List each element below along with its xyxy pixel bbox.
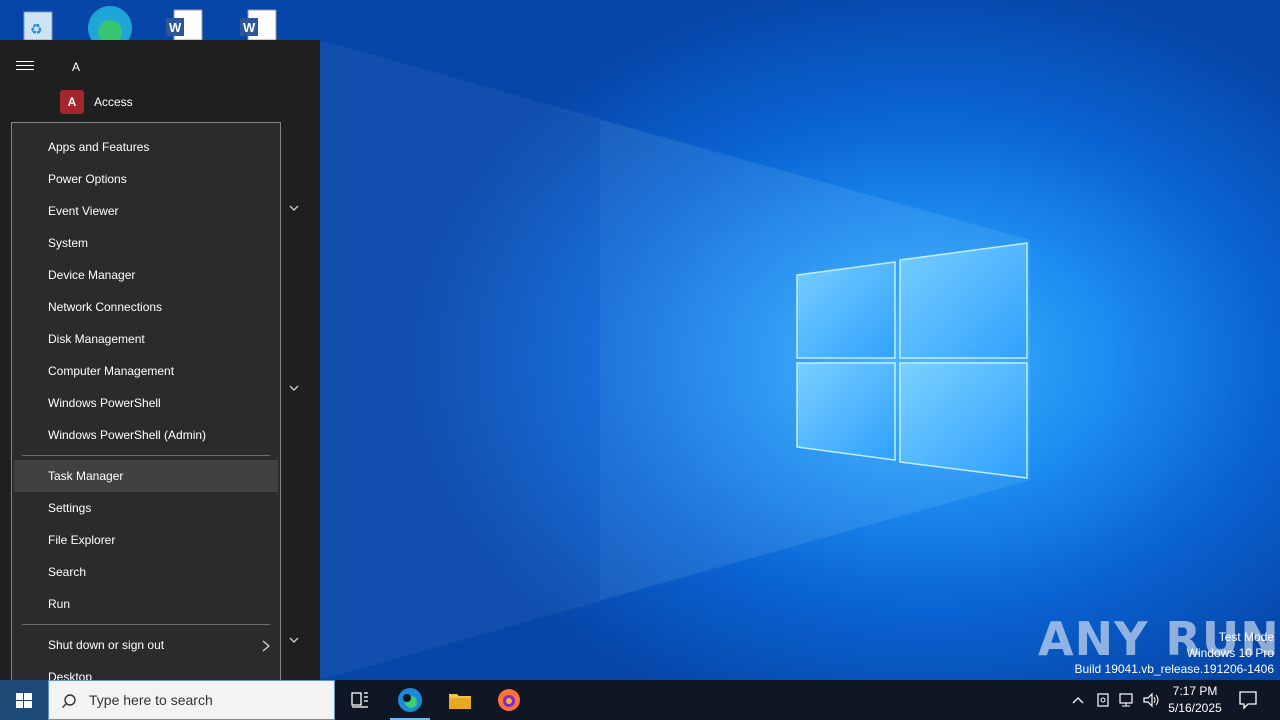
watermark-line1: Test Mode (1218, 630, 1274, 644)
section-letter[interactable]: A (72, 60, 80, 74)
device-icon[interactable] (1093, 690, 1113, 710)
search-input[interactable]: Type here to search (48, 680, 335, 720)
menu-item-system[interactable]: System (14, 227, 278, 259)
clock-time: 7:17 PM (1172, 684, 1218, 698)
word-document-icon[interactable]: W (236, 2, 284, 41)
action-center-icon[interactable] (1236, 688, 1260, 712)
svg-text:W: W (243, 20, 256, 35)
menu-item-label: Shut down or sign out (48, 638, 165, 652)
firefox-taskbar-button[interactable] (485, 680, 533, 720)
file-explorer-icon (449, 694, 471, 709)
menu-item-label: Computer Management (48, 364, 175, 378)
menu-item-task-manager[interactable]: Task Manager (14, 460, 278, 492)
taskbar: Type here to search 7:17 PM 5/16/2025 (0, 680, 1280, 720)
app-label: Access (94, 95, 133, 109)
search-placeholder: Type here to search (89, 692, 213, 708)
search-icon (62, 694, 76, 708)
task-view-button[interactable] (336, 680, 384, 720)
menu-item-label: Disk Management (48, 332, 145, 346)
task-view-icon (351, 692, 368, 708)
firefox-icon (498, 689, 520, 711)
show-hidden-icons-chevron-up-icon[interactable] (1068, 690, 1088, 710)
recycle-bin-icon[interactable]: ♻ (14, 2, 62, 41)
clock-date: 5/16/2025 (1168, 701, 1222, 715)
menu-item-label: Power Options (48, 172, 127, 186)
menu-item-label: Event Viewer (48, 204, 119, 218)
menu-item-windows-powershell[interactable]: Windows PowerShell (14, 387, 278, 419)
menu-separator (22, 455, 270, 456)
menu-item-label: Task Manager (48, 469, 124, 483)
watermark-line3: Build 19041.vb_release.191206-1406 (1074, 662, 1275, 676)
chevron-down-icon[interactable] (286, 204, 302, 214)
file-explorer-taskbar-button[interactable] (436, 680, 484, 720)
windows-logo-icon (16, 693, 32, 708)
menu-item-label: System (48, 236, 89, 250)
menu-item-search[interactable]: Search (14, 556, 278, 588)
menu-item-label: Network Connections (48, 300, 163, 314)
menu-item-label: Device Manager (48, 268, 136, 282)
menu-item-power-options[interactable]: Power Options (14, 163, 278, 195)
menu-item-file-explorer[interactable]: File Explorer (14, 524, 278, 556)
word-document-icon[interactable]: W (162, 2, 210, 41)
watermark-line2: Windows 10 Pro (1186, 646, 1274, 660)
edge-desktop-icon[interactable] (86, 2, 134, 50)
menu-item-label: Settings (48, 501, 92, 515)
app-list-item-access[interactable]: A Access (60, 88, 300, 116)
chevron-right-icon (262, 640, 270, 652)
start-button[interactable] (0, 680, 48, 720)
menu-item-label: Run (48, 597, 71, 611)
menu-item-disk-management[interactable]: Disk Management (14, 323, 278, 355)
menu-item-apps-and-features[interactable]: Apps and Features (14, 131, 278, 163)
menu-separator (22, 624, 270, 625)
network-icon[interactable] (1117, 690, 1137, 710)
menu-item-computer-management[interactable]: Computer Management (14, 355, 278, 387)
menu-item-settings[interactable]: Settings (14, 492, 278, 524)
svg-text:♻: ♻ (30, 21, 43, 37)
menu-item-windows-powershell-admin[interactable]: Windows PowerShell (Admin) (14, 419, 278, 451)
chevron-down-icon[interactable] (286, 384, 302, 394)
svg-text:W: W (169, 20, 182, 35)
menu-item-network-connections[interactable]: Network Connections (14, 291, 278, 323)
menu-item-event-viewer[interactable]: Event Viewer (14, 195, 278, 227)
edge-taskbar-button[interactable] (386, 680, 434, 720)
volume-icon[interactable] (1141, 690, 1161, 710)
menu-item-label: Windows PowerShell (Admin) (48, 428, 207, 442)
test-mode-watermark: Test Mode Windows 10 Pro Build 19041.vb_… (1075, 629, 1275, 677)
menu-item-label: File Explorer (48, 533, 116, 547)
chevron-down-icon[interactable] (286, 636, 302, 646)
menu-item-run[interactable]: Run (14, 588, 278, 620)
menu-item-label: Apps and Features (48, 140, 150, 154)
access-icon: A (60, 90, 84, 114)
power-user-context-menu: Apps and Features Power Options Event View… (11, 122, 281, 702)
menu-item-shut-down-or-sign-out[interactable]: Shut down or sign out (14, 629, 278, 661)
edge-icon (398, 688, 422, 712)
system-clock[interactable]: 7:17 PM 5/16/2025 (1164, 683, 1226, 717)
menu-item-label: Windows PowerShell (48, 396, 161, 410)
hamburger-menu-icon[interactable] (14, 58, 36, 78)
menu-item-label: Search (48, 565, 87, 579)
menu-item-device-manager[interactable]: Device Manager (14, 259, 278, 291)
